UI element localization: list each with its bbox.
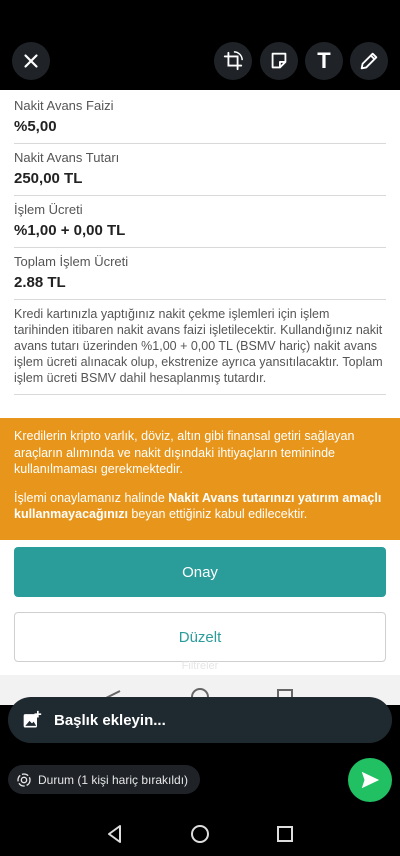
add-image-icon[interactable] [22, 710, 42, 730]
nav-recents-button[interactable] [273, 822, 297, 846]
warning-paragraph-2: İşlemi onaylamanız halinde Nakit Avans t… [14, 490, 382, 522]
status-icon [17, 772, 31, 787]
field-label: İşlem Ücreti [14, 202, 83, 217]
warning-banner: Kredilerin kripto varlık, döviz, altın g… [0, 418, 400, 540]
pencil-icon [360, 52, 378, 70]
status-chip-label: Durum (1 kişi hariç bırakıldı) [38, 772, 189, 787]
editor-toolbar: T [0, 0, 400, 90]
back-icon [108, 825, 121, 843]
field-cash-advance-amount: Nakit Avans Tutarı 250,00 TL [14, 150, 386, 196]
home-icon [191, 825, 209, 843]
sticker-icon [271, 52, 287, 69]
edit-button[interactable]: Düzelt [14, 612, 386, 662]
screenshot-content: Nakit Avans Faizi %5,00 Nakit Avans Tuta… [0, 90, 400, 675]
field-label: Nakit Avans Faizi [14, 98, 114, 113]
nav-home-button[interactable] [188, 822, 212, 846]
field-total-fee: Toplam İşlem Ücreti 2.88 TL [14, 254, 386, 300]
filters-label[interactable]: Filtreler [0, 660, 400, 672]
warning-paragraph-1: Kredilerin kripto varlık, döviz, altın g… [14, 429, 355, 476]
field-transaction-fee: İşlem Ücreti %1,00 + 0,00 TL [14, 202, 386, 248]
confirm-button[interactable]: Onay [14, 547, 386, 597]
crop-rotate-icon [223, 51, 243, 71]
field-label: Toplam İşlem Ücreti [14, 254, 129, 269]
recents-icon [277, 826, 293, 842]
field-label: Nakit Avans Tutarı [14, 150, 120, 165]
field-value: %5,00 [14, 118, 57, 135]
send-icon [361, 771, 380, 789]
caption-input[interactable]: Başlık ekleyin... [8, 697, 392, 743]
text-icon: T [317, 48, 331, 73]
nav-back-button[interactable] [103, 822, 127, 846]
field-value: %1,00 + 0,00 TL [14, 222, 126, 239]
sticker-button[interactable] [260, 42, 298, 80]
text-tool-button[interactable]: T [305, 42, 343, 80]
crop-rotate-button[interactable] [214, 42, 252, 80]
field-value: 2.88 TL [14, 274, 66, 291]
close-icon [24, 54, 38, 68]
info-text: Kredi kartınızla yaptığınız nakit çekme … [14, 306, 386, 395]
system-nav-bar [0, 812, 400, 856]
caption-placeholder: Başlık ekleyin... [54, 711, 166, 729]
close-button[interactable] [12, 42, 50, 80]
field-value: 250,00 TL [14, 170, 83, 187]
send-button[interactable] [348, 758, 392, 802]
draw-button[interactable] [350, 42, 388, 80]
field-cash-advance-interest: Nakit Avans Faizi %5,00 [14, 98, 386, 144]
status-audience-chip[interactable]: Durum (1 kişi hariç bırakıldı) [8, 765, 201, 794]
